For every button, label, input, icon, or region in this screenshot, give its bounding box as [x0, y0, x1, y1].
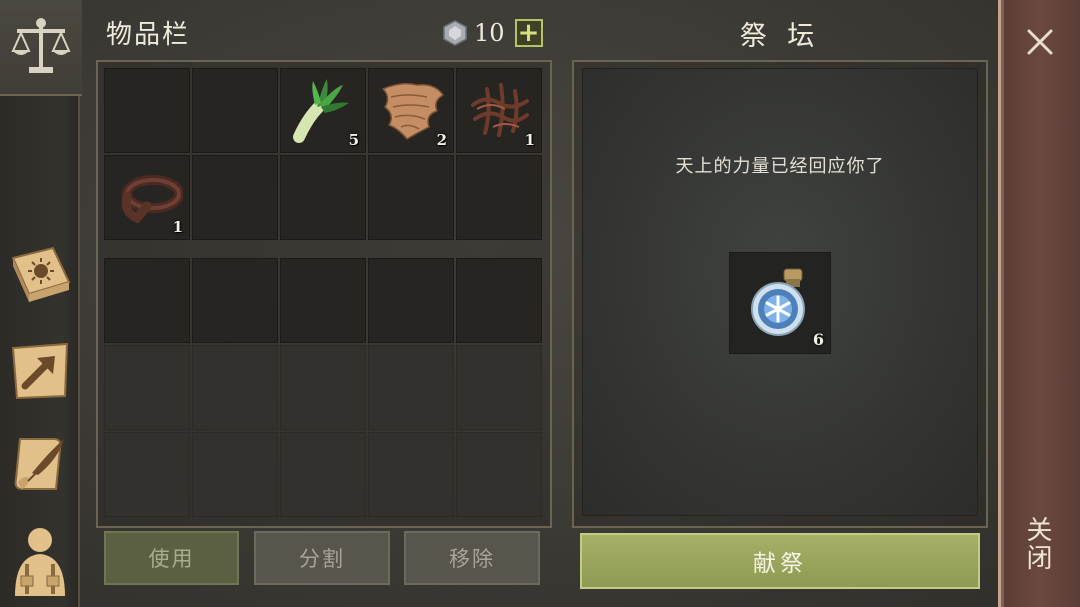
locked-slot [368, 345, 454, 430]
locked-slot [456, 432, 542, 517]
inventory-slot[interactable]: 1 [104, 155, 190, 240]
item-count: 2 [436, 131, 447, 149]
use-button[interactable]: 使用 [104, 531, 239, 585]
split-button[interactable]: 分割 [254, 531, 390, 585]
close-button[interactable] [1022, 24, 1058, 60]
close-icon [1027, 29, 1053, 55]
balance-scale-icon [11, 18, 71, 73]
character-icon [15, 528, 65, 596]
locked-slot [192, 432, 278, 517]
locked-slot [104, 432, 190, 517]
item-count: 1 [172, 218, 183, 236]
tab-recipes[interactable] [4, 424, 76, 504]
inventory-grid-top: 5 2 1 1 [104, 68, 542, 240]
offer-button[interactable]: 献祭 [580, 533, 980, 589]
locked-slot [104, 345, 190, 430]
gem-icon [443, 20, 467, 46]
inventory-slot[interactable] [456, 155, 542, 240]
inventory-slot[interactable] [104, 258, 190, 343]
inventory-title: 物品栏 [106, 20, 191, 50]
inventory-slot[interactable] [368, 155, 454, 240]
inventory-slot[interactable]: 5 [280, 68, 366, 153]
inventory-slot[interactable] [280, 155, 366, 240]
currency-display: 10 + [442, 18, 543, 48]
item-count: 5 [348, 131, 359, 149]
tab-character[interactable] [4, 520, 76, 600]
offering-count: 6 [812, 330, 824, 349]
inventory-slot[interactable]: 2 [368, 68, 454, 153]
tab-trade[interactable] [0, 0, 82, 96]
inventory-slot[interactable] [192, 155, 278, 240]
item-count: 1 [524, 131, 535, 149]
frost-potion-icon [751, 268, 805, 336]
remove-button[interactable]: 移除 [404, 531, 540, 585]
quill-scroll-icon [14, 438, 64, 490]
add-currency-button[interactable]: + [514, 19, 543, 47]
locked-slot [280, 432, 366, 517]
sun-book-icon [11, 246, 71, 302]
locked-slot [192, 345, 278, 430]
currency-value: 10 [474, 19, 505, 47]
inventory-slot[interactable] [280, 258, 366, 343]
inventory-slot[interactable] [456, 258, 542, 343]
offering-slot[interactable]: 6 [729, 252, 831, 354]
close-label: 关闭 [1022, 516, 1052, 572]
inventory-slot[interactable] [192, 258, 278, 343]
altar-message: 天上的力量已经回应你了 [675, 156, 885, 177]
altar-title: 祭 坛 [739, 21, 821, 52]
tab-map[interactable] [4, 330, 76, 410]
inventory-slot[interactable] [192, 68, 278, 153]
tab-journal[interactable] [4, 234, 76, 314]
inventory-grid-bottom [104, 258, 542, 517]
sidebar-tabs [0, 0, 82, 607]
arrow-map-icon [11, 342, 69, 400]
inventory-slot[interactable] [368, 258, 454, 343]
locked-slot [368, 432, 454, 517]
inventory-slot[interactable] [104, 68, 190, 153]
inventory-slot[interactable]: 1 [456, 68, 542, 153]
locked-slot [456, 345, 542, 430]
locked-slot [280, 345, 366, 430]
